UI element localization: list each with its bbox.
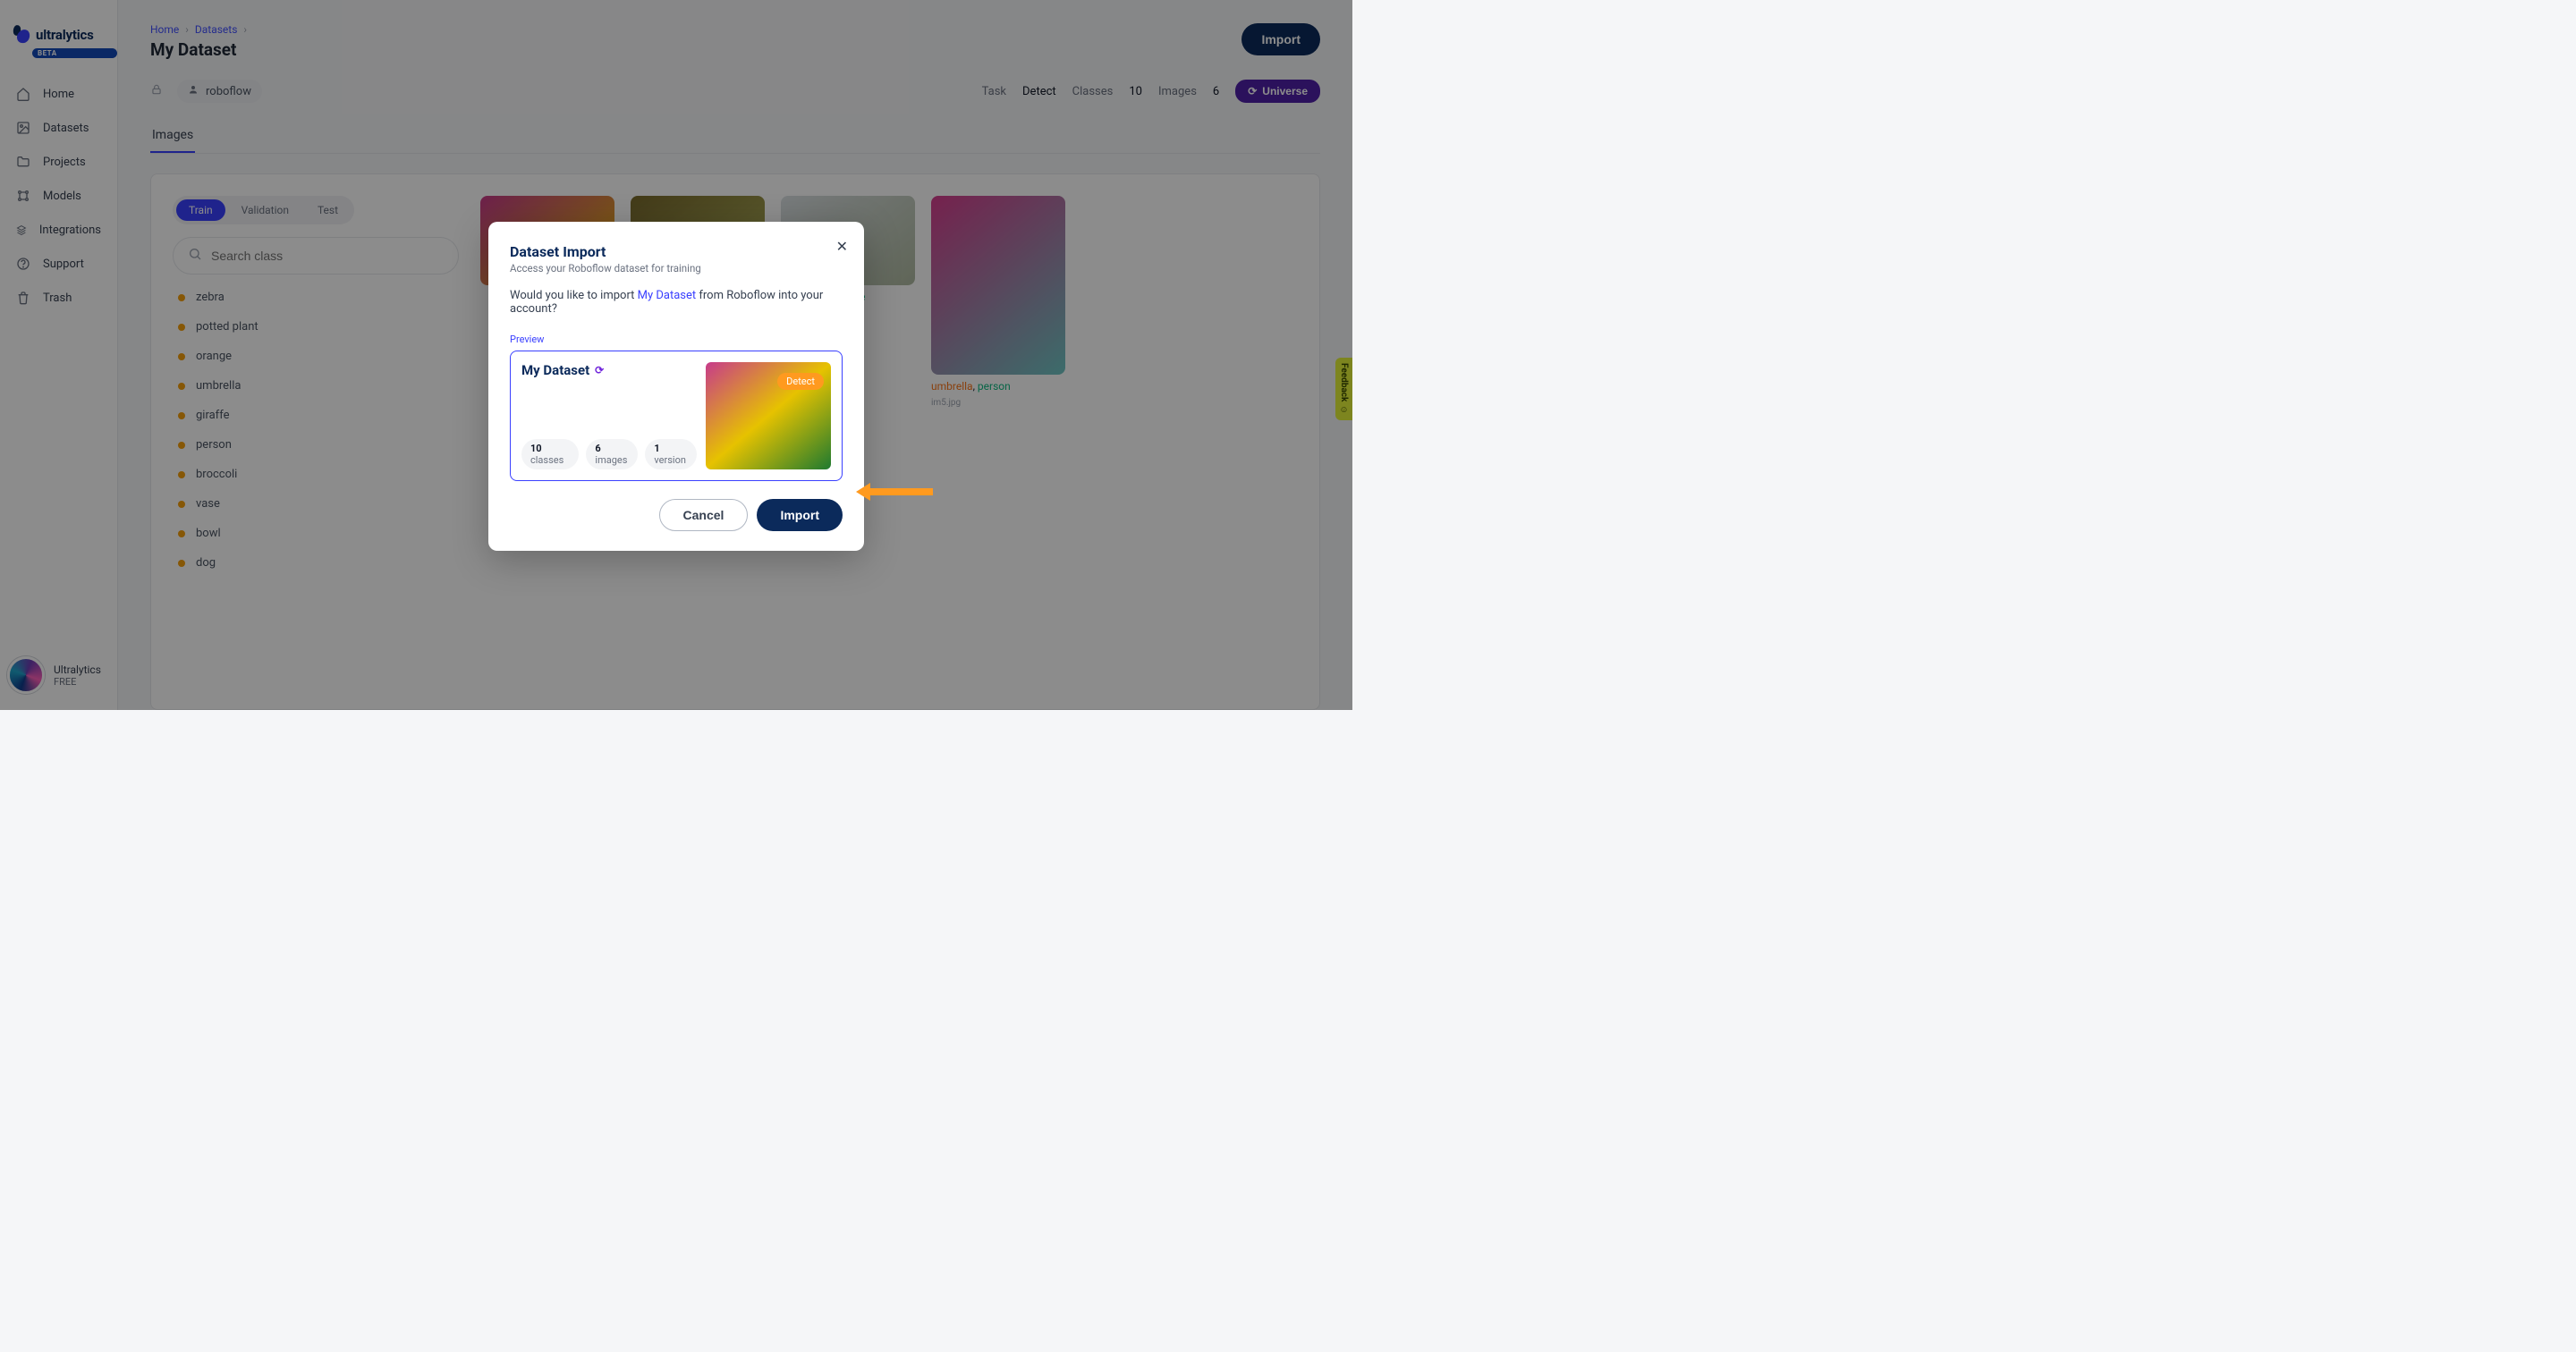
- detect-badge: Detect: [777, 373, 824, 390]
- preview-title: My Dataset ⟳: [521, 362, 697, 378]
- preview-label: Preview: [510, 334, 843, 345]
- preview-card: My Dataset ⟳ 10 classes 6 images 1 versi…: [510, 351, 843, 481]
- arrow-annotation: [856, 483, 933, 501]
- roboflow-icon: ⟳: [595, 364, 604, 376]
- import-modal: ✕ Dataset Import Access your Roboflow da…: [488, 222, 864, 551]
- modal-title: Dataset Import: [510, 243, 843, 260]
- modal-subtitle: Access your Roboflow dataset for trainin…: [510, 262, 843, 275]
- modal-overlay: ✕ Dataset Import Access your Roboflow da…: [0, 0, 1352, 710]
- preview-stats: 10 classes 6 images 1 version: [521, 439, 697, 469]
- close-icon[interactable]: ✕: [836, 238, 848, 255]
- modal-body: Would you like to import My Dataset from…: [510, 289, 843, 316]
- modal-import-button[interactable]: Import: [757, 499, 843, 531]
- cancel-button[interactable]: Cancel: [659, 499, 749, 531]
- preview-image: Detect: [706, 362, 831, 469]
